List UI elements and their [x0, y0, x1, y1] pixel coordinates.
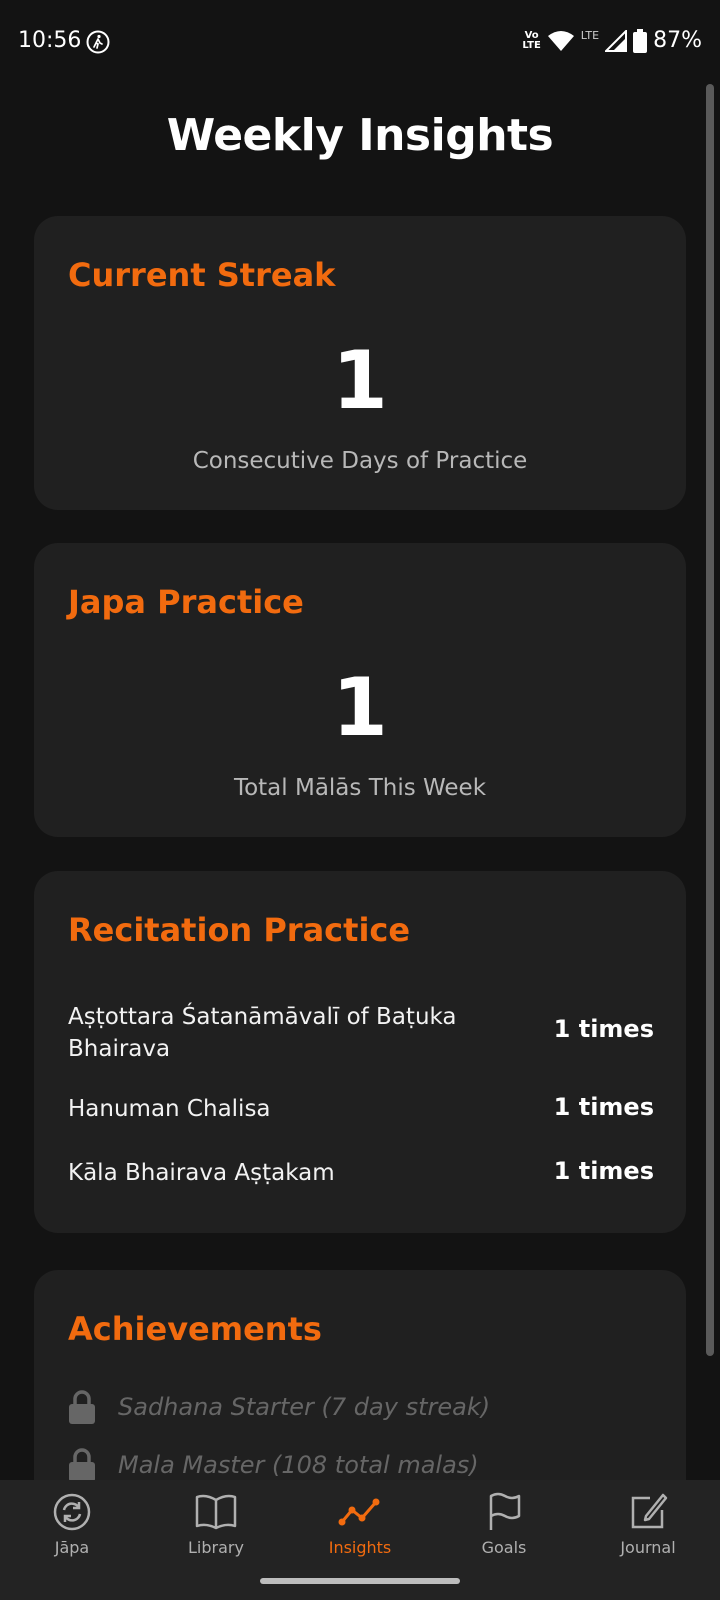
achievement-item: Sadhana Starter (7 day streak): [68, 1390, 490, 1424]
volte-icon: Vo LTE: [522, 29, 541, 51]
japa-practice-card: Japa Practice 1 Total Mālās This Week: [34, 543, 686, 837]
current-streak-card: Current Streak 1 Consecutive Days of Pra…: [34, 216, 686, 510]
nav-japa[interactable]: Jāpa: [12, 1492, 132, 1557]
recitation-practice-card: Recitation Practice Aṣṭottara Śatanāmāva…: [34, 871, 686, 1233]
recitation-count: 1 times: [553, 1157, 654, 1185]
recitation-name: Kāla Bhairava Aṣṭakam: [68, 1160, 335, 1186]
card-title: Japa Practice: [68, 583, 304, 621]
japa-caption: Total Mālās This Week: [233, 775, 487, 801]
refresh-circle-icon: [53, 1493, 91, 1531]
nav-insights[interactable]: Insights: [300, 1492, 420, 1557]
recitation-name: Hanuman Chalisa: [68, 1096, 271, 1122]
recitation-count: 1 times: [553, 1093, 654, 1121]
achievement-item: Mala Master (108 total malas): [68, 1448, 479, 1482]
scrollbar[interactable]: [706, 84, 714, 1356]
nav-label: Insights: [328, 1538, 392, 1557]
achievement-label: Sadhana Starter (7 day streak): [118, 1393, 491, 1421]
card-title: Achievements: [68, 1310, 322, 1348]
achievement-label: Mala Master (108 total malas): [118, 1451, 479, 1479]
recitation-count: 1 times: [553, 1015, 654, 1043]
streak-caption: Consecutive Days of Practice: [192, 448, 528, 474]
nav-goals[interactable]: Goals: [444, 1492, 564, 1557]
card-title: Recitation Practice: [68, 911, 411, 949]
nav-label: Goals: [481, 1538, 527, 1557]
battery-percent: 87%: [653, 28, 702, 53]
wifi-icon: [547, 30, 574, 51]
nav-journal[interactable]: Journal: [588, 1492, 708, 1557]
book-icon: [195, 1494, 237, 1530]
nav-library[interactable]: Library: [156, 1492, 276, 1557]
recitation-name: Aṣṭottara Śatanāmāvalī of Baṭuka Bhairav…: [68, 1004, 457, 1062]
nav-label: Journal: [620, 1538, 676, 1557]
battery-icon: [633, 28, 648, 53]
cell-signal-icon: [605, 29, 628, 52]
japa-value: 1: [332, 661, 388, 754]
gesture-navigation-bar[interactable]: [260, 1578, 460, 1584]
nav-label: Jāpa: [54, 1538, 90, 1557]
lte-label: LTE: [580, 29, 600, 42]
flag-icon: [489, 1492, 521, 1530]
status-icons: Vo LTE LTE 87%: [522, 28, 702, 53]
nav-label: Library: [188, 1538, 244, 1557]
status-time: 10:56: [18, 28, 82, 53]
lock-icon: [69, 1448, 95, 1482]
page-title: Weekly Insights: [166, 110, 554, 161]
card-title: Current Streak: [68, 256, 336, 294]
streak-value: 1: [332, 334, 388, 427]
walking-icon: [86, 30, 110, 54]
edit-icon: [631, 1493, 668, 1529]
lock-icon: [69, 1390, 95, 1424]
trend-icon: [338, 1498, 380, 1526]
status-bar: 10:56 Vo LTE LTE 87%: [0, 0, 720, 84]
